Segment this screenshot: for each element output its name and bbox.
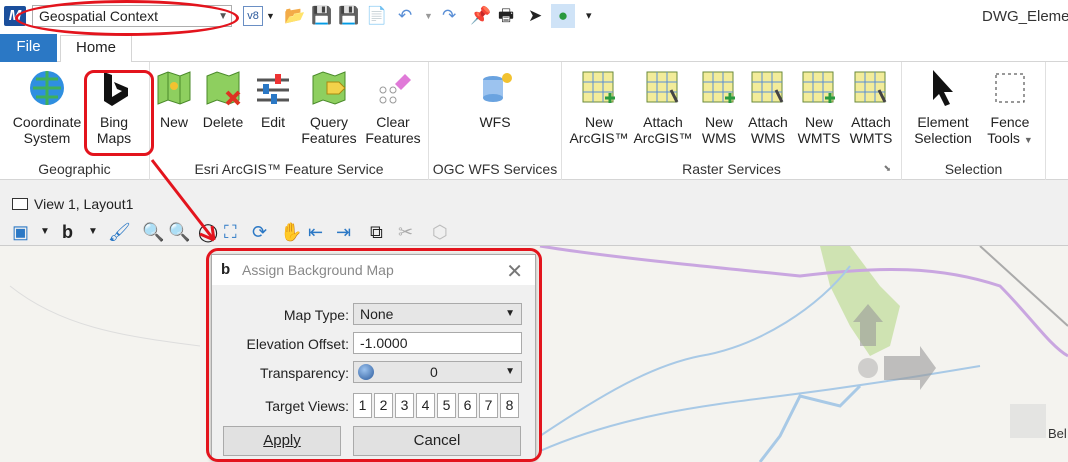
annotation-arrow bbox=[150, 159, 216, 242]
